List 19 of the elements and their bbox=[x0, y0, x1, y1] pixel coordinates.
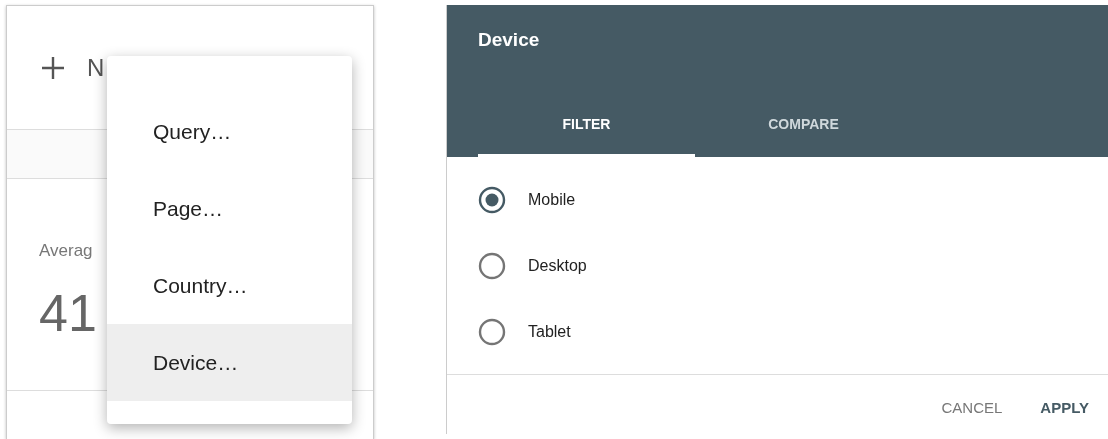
metric-label: Averag bbox=[39, 241, 93, 261]
radio-button[interactable] bbox=[478, 186, 506, 214]
dialog-title: Device bbox=[477, 28, 541, 51]
metric-value: 41 bbox=[39, 283, 97, 343]
radio-button[interactable] bbox=[478, 252, 506, 280]
menu-item[interactable]: Query… bbox=[107, 93, 352, 170]
tab[interactable]: COMPARE bbox=[695, 93, 912, 157]
option-label: Tablet bbox=[528, 323, 571, 341]
tab[interactable]: FILTER bbox=[478, 93, 695, 157]
option-label: Desktop bbox=[528, 257, 587, 275]
menu-item[interactable]: Page… bbox=[107, 170, 352, 247]
menu-item[interactable]: Device… bbox=[107, 324, 352, 401]
plus-icon[interactable] bbox=[41, 55, 65, 80]
cancel-button[interactable]: CANCEL bbox=[941, 399, 1003, 416]
menu-item[interactable]: Country… bbox=[107, 247, 352, 324]
apply-button[interactable]: APPLY bbox=[1040, 399, 1089, 416]
radio-button[interactable] bbox=[478, 318, 506, 346]
new-button[interactable]: N bbox=[87, 53, 105, 82]
option-label: Mobile bbox=[528, 191, 576, 209]
